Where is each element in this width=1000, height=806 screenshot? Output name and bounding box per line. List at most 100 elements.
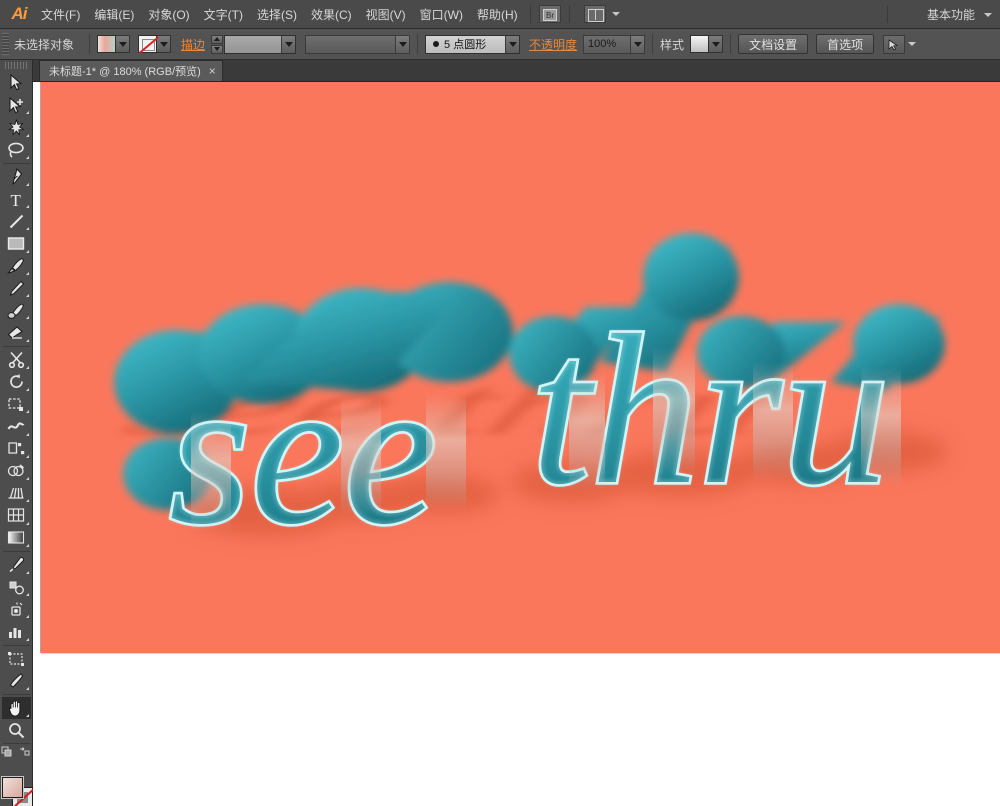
stroke-color-control[interactable] xyxy=(138,35,172,53)
menu-edit[interactable]: 编辑(E) xyxy=(87,1,141,28)
menu-bar: Ai 文件(F) 编辑(E) 对象(O) 文字(T) 选择(S) 效果(C) 视… xyxy=(0,0,1000,29)
tool-eraser[interactable] xyxy=(2,321,31,343)
document-tab[interactable]: 未标题-1* @ 180% (RGB/预览) × xyxy=(39,60,223,81)
stroke-swatch[interactable] xyxy=(138,35,158,53)
tool-paintbrush[interactable] xyxy=(2,255,31,277)
artwork-see-thru[interactable]: see thru see thru see thru xyxy=(41,82,1000,653)
tool-free-transform[interactable] xyxy=(2,438,31,460)
tool-lasso[interactable] xyxy=(2,139,31,161)
selection-status-label: 未选择对象 xyxy=(14,37,75,52)
fill-dropdown-button[interactable] xyxy=(116,35,131,53)
menu-type[interactable]: 文字(T) xyxy=(197,1,250,28)
graphic-style-control[interactable] xyxy=(690,35,724,53)
preferences-button[interactable]: 首选项 xyxy=(816,34,875,54)
menu-file[interactable]: 文件(F) xyxy=(34,1,87,28)
fill-color-control[interactable] xyxy=(97,35,131,53)
tool-artboard[interactable] xyxy=(2,648,31,670)
tool-zoom[interactable] xyxy=(2,719,31,741)
chevron-down-icon xyxy=(633,41,642,47)
fill-swatch[interactable] xyxy=(97,35,117,53)
stroke-weight-dropdown-button[interactable] xyxy=(281,35,296,53)
brush-definition-value[interactable]: 5 点圆形 xyxy=(444,36,505,52)
canvas-scroll-area[interactable]: see thru see thru see thru xyxy=(33,82,1000,806)
tool-width[interactable] xyxy=(2,415,31,437)
chevron-down-icon[interactable] xyxy=(611,12,620,16)
align-selection-icon[interactable] xyxy=(883,34,906,54)
menu-help[interactable]: 帮助(H) xyxy=(470,1,525,28)
graphic-style-dropdown-button[interactable] xyxy=(709,35,724,53)
tool-scale[interactable] xyxy=(2,393,31,415)
tool-blob-brush[interactable] xyxy=(2,299,31,321)
toolbox-divider-1 xyxy=(2,162,30,164)
tool-column-graph[interactable] xyxy=(2,620,31,642)
toolbox-color-swatches[interactable] xyxy=(1,763,33,806)
tool-magic-wand[interactable] xyxy=(2,116,31,138)
toolbox-divider-5 xyxy=(2,694,30,695)
document-setup-button[interactable]: 文档设置 xyxy=(738,34,809,54)
tool-blend[interactable] xyxy=(2,576,31,598)
tool-pen[interactable] xyxy=(2,166,31,188)
chevron-down-icon xyxy=(711,41,720,47)
tool-eyedropper[interactable] xyxy=(2,554,31,576)
tool-rectangle[interactable] xyxy=(2,232,31,254)
align-dropdown[interactable] xyxy=(883,34,917,54)
chevron-down-icon[interactable] xyxy=(908,42,917,46)
bridge-icon[interactable]: Br xyxy=(538,5,561,23)
stroke-weight-stepper[interactable] xyxy=(211,34,224,54)
chevron-down-icon[interactable] xyxy=(984,12,992,17)
chevron-down-icon xyxy=(284,41,293,47)
tool-scissors[interactable] xyxy=(2,349,31,371)
opacity-value[interactable]: 100% xyxy=(588,38,630,50)
graphic-style-swatch[interactable] xyxy=(690,35,710,53)
tool-gradient[interactable] xyxy=(2,527,31,549)
document-tabstrip: 未标题-1* @ 180% (RGB/预览) × xyxy=(33,60,1000,82)
toolbox-grip[interactable] xyxy=(5,62,27,69)
menu-view[interactable]: 视图(V) xyxy=(359,1,413,28)
opacity-dropdown-button[interactable] xyxy=(630,35,645,53)
tool-shape-builder[interactable] xyxy=(2,460,31,482)
artboard[interactable]: see thru see thru see thru xyxy=(41,82,1000,653)
opacity-input[interactable]: 100% xyxy=(583,34,646,54)
toolbox-divider-2 xyxy=(2,345,30,347)
cb-divider-3 xyxy=(652,34,654,54)
arrange-documents-button[interactable] xyxy=(581,5,620,23)
tool-symbol-sprayer[interactable] xyxy=(2,598,31,620)
stroke-weight-input[interactable] xyxy=(224,34,297,54)
brush-definition-dropdown-button[interactable] xyxy=(505,35,520,53)
stroke-profile-dropdown-button[interactable] xyxy=(395,35,410,53)
opacity-panel-link[interactable]: 不透明度 xyxy=(529,36,577,53)
menu-window[interactable]: 窗口(W) xyxy=(413,1,470,28)
tool-slice[interactable] xyxy=(2,670,31,692)
cb-divider-2 xyxy=(417,34,419,54)
stroke-weight-increase-button[interactable] xyxy=(211,34,224,44)
tool-hand[interactable] xyxy=(1,696,31,720)
workspace-switcher[interactable]: 基本功能 xyxy=(927,0,992,29)
chevron-down-icon xyxy=(118,41,127,47)
brush-definition-select[interactable]: 5 点圆形 xyxy=(425,34,521,54)
stroke-weight-decrease-button[interactable] xyxy=(211,44,224,54)
chevron-down-icon xyxy=(159,41,168,47)
tool-rotate[interactable] xyxy=(2,371,31,393)
fill-color-swatch[interactable] xyxy=(1,776,24,800)
stroke-panel-link[interactable]: 描边 xyxy=(181,36,205,53)
svg-text:Br: Br xyxy=(546,11,554,20)
tool-pencil[interactable] xyxy=(2,277,31,299)
menu-select[interactable]: 选择(S) xyxy=(250,1,304,28)
workspace-label[interactable]: 基本功能 xyxy=(927,6,981,23)
menubar-divider-3 xyxy=(887,6,888,23)
menu-object[interactable]: 对象(O) xyxy=(141,1,196,28)
workspace-body: T 未标题-1* @ 180% (RGB/预览) × see thru see … xyxy=(0,60,1000,806)
menu-effect[interactable]: 效果(C) xyxy=(304,1,359,28)
tool-perspective-grid[interactable] xyxy=(2,482,31,504)
tool-type[interactable]: T xyxy=(2,188,31,210)
document-area: 未标题-1* @ 180% (RGB/预览) × see thru see th… xyxy=(33,60,1000,806)
close-icon[interactable]: × xyxy=(209,65,216,77)
tool-mesh[interactable] xyxy=(2,504,31,526)
control-bar-grip[interactable] xyxy=(2,33,9,55)
tool-selection[interactable] xyxy=(2,72,31,94)
tool-line-segment[interactable] xyxy=(2,210,31,232)
stroke-profile-select[interactable] xyxy=(305,34,411,54)
arrange-documents-icon[interactable] xyxy=(583,5,606,23)
chevron-down-icon xyxy=(508,41,517,47)
tool-direct-selection[interactable] xyxy=(2,94,31,116)
